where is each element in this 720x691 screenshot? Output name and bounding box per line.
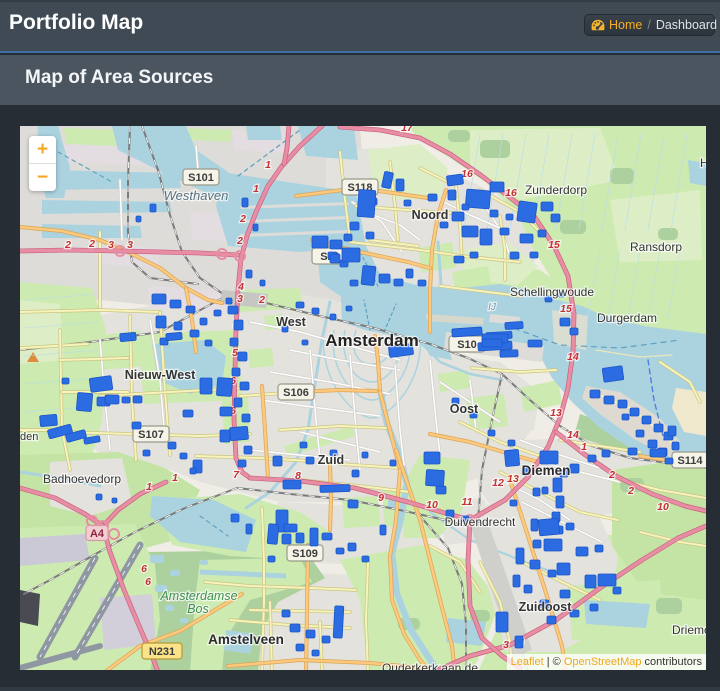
- svg-text:2: 2: [236, 235, 243, 247]
- svg-text:2: 2: [608, 469, 615, 481]
- svg-text:Oost: Oost: [450, 402, 479, 416]
- svg-text:West: West: [276, 315, 306, 329]
- svg-text:1: 1: [172, 472, 178, 484]
- svg-text:S107: S107: [138, 429, 164, 441]
- svg-text:Westhaven: Westhaven: [164, 188, 229, 203]
- svg-text:Duivendrecht: Duivendrecht: [445, 515, 516, 529]
- svg-text:IJ: IJ: [488, 302, 497, 313]
- svg-text:Zunderdorp: Zunderdorp: [525, 183, 587, 197]
- svg-text:2: 2: [258, 294, 265, 306]
- svg-text:1: 1: [581, 441, 587, 453]
- svg-text:6: 6: [145, 576, 151, 588]
- svg-text:Amsterdam: Amsterdam: [325, 331, 419, 350]
- svg-text:Bos: Bos: [187, 602, 209, 616]
- svg-text:Ouderkerk aan de: Ouderkerk aan de: [382, 661, 478, 670]
- svg-text:Badhoevedorp: Badhoevedorp: [43, 472, 121, 486]
- svg-text:3: 3: [237, 293, 243, 305]
- svg-text:Durgerdam: Durgerdam: [597, 311, 657, 325]
- svg-text:Schellingwoude: Schellingwoude: [510, 285, 594, 299]
- svg-text:Zuidoost: Zuidoost: [519, 600, 573, 614]
- svg-text:16: 16: [505, 187, 517, 199]
- svg-text:4: 4: [237, 281, 244, 293]
- svg-text:Amstelveen: Amstelveen: [208, 632, 284, 647]
- svg-text:14: 14: [567, 429, 579, 441]
- svg-text:Ho: Ho: [700, 156, 706, 170]
- svg-text:N231: N231: [149, 646, 175, 658]
- svg-text:15: 15: [548, 239, 560, 251]
- svg-text:15: 15: [560, 303, 572, 315]
- svg-text:Noord: Noord: [412, 208, 449, 222]
- svg-text:S114: S114: [677, 455, 703, 467]
- svg-text:Zuid: Zuid: [318, 453, 344, 467]
- svg-text:10: 10: [426, 499, 438, 511]
- svg-text:14: 14: [567, 351, 579, 363]
- svg-text:3: 3: [503, 639, 509, 651]
- svg-text:Amsterdamse: Amsterdamse: [159, 589, 237, 603]
- svg-text:Driemond: Driemond: [672, 623, 706, 637]
- svg-text:1: 1: [146, 481, 152, 493]
- svg-text:S10: S10: [457, 339, 477, 351]
- svg-text:9: 9: [378, 492, 384, 504]
- svg-text:17: 17: [401, 126, 414, 134]
- svg-text:den: den: [20, 431, 38, 443]
- svg-text:13: 13: [550, 407, 562, 419]
- svg-text:S106: S106: [283, 387, 309, 399]
- svg-text:S109: S109: [292, 548, 318, 560]
- svg-text:13: 13: [507, 473, 519, 485]
- svg-text:3: 3: [127, 239, 133, 251]
- svg-text:A4: A4: [90, 528, 105, 540]
- svg-text:Nieuw-West: Nieuw-West: [125, 368, 196, 382]
- svg-text:3: 3: [108, 239, 114, 251]
- svg-text:1: 1: [253, 183, 259, 195]
- svg-text:2: 2: [239, 213, 246, 225]
- svg-text:Diemen: Diemen: [522, 463, 571, 478]
- svg-text:12: 12: [492, 477, 504, 489]
- svg-text:2: 2: [627, 485, 634, 497]
- svg-text:6: 6: [141, 563, 147, 575]
- svg-text:11: 11: [462, 496, 473, 508]
- svg-text:1: 1: [265, 159, 271, 171]
- svg-text:S101: S101: [188, 172, 214, 184]
- svg-text:5: 5: [232, 347, 238, 359]
- svg-text:Ransdorp: Ransdorp: [630, 240, 682, 254]
- svg-text:10: 10: [657, 501, 669, 513]
- svg-text:2: 2: [88, 238, 95, 250]
- svg-text:2: 2: [64, 239, 71, 251]
